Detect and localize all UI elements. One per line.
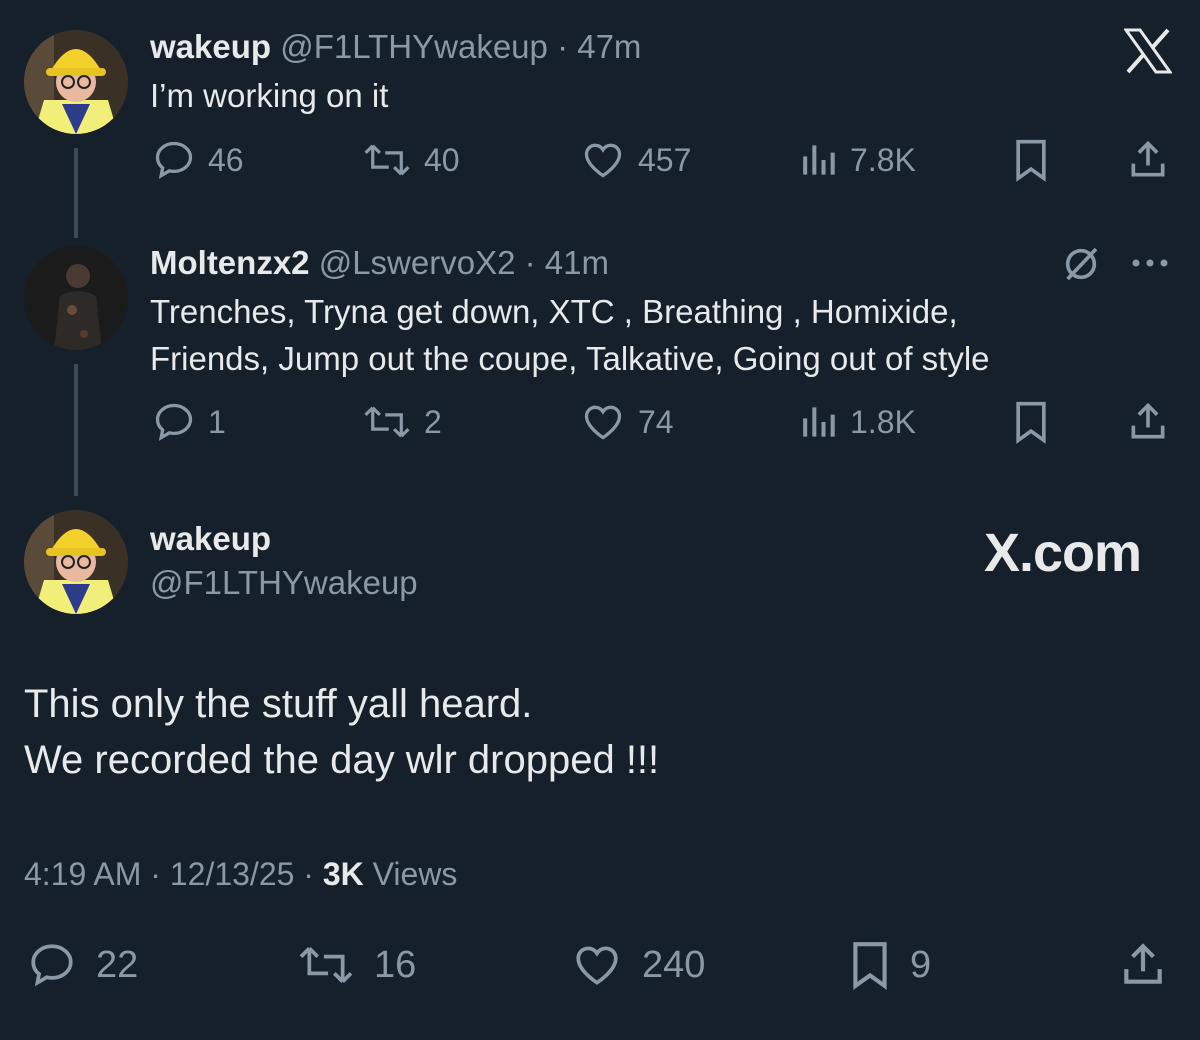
- views-icon: [803, 145, 835, 175]
- reply-icon: [155, 403, 193, 441]
- tweet2-actions: 1 2 74 1.8K: [0, 400, 1200, 444]
- bookmark-icon: [1016, 401, 1046, 444]
- tweet2-like-button[interactable]: 74: [580, 400, 674, 444]
- tweet1-like-count: 457: [638, 141, 692, 178]
- tweet1-views-button[interactable]: 7.8K: [798, 138, 916, 182]
- avatar-wakeup[interactable]: [24, 30, 128, 134]
- share-icon: [1124, 943, 1162, 984]
- retweet-icon: [364, 406, 410, 438]
- main-retweet-count: 16: [374, 943, 417, 986]
- reply-icon: [155, 141, 193, 179]
- tweet1-text: I’m working on it: [150, 77, 389, 114]
- tweet2-share-button[interactable]: [1126, 400, 1170, 444]
- heart-icon: [584, 143, 622, 178]
- main-handle[interactable]: @F1LTHYwakeup: [150, 564, 418, 602]
- share-icon: [1131, 402, 1165, 439]
- tweet1-handle[interactable]: @F1LTHYwakeup: [280, 28, 548, 65]
- views-icon: [803, 407, 835, 437]
- tweet2-retweet-count: 2: [424, 403, 442, 440]
- main-time[interactable]: 4:19 AM: [24, 856, 141, 892]
- tweet2-like-count: 74: [638, 403, 674, 440]
- tweet2-bookmark-button[interactable]: [1012, 400, 1050, 444]
- tweet2-views-button[interactable]: 1.8K: [798, 400, 916, 444]
- main-retweet-button[interactable]: 16: [296, 940, 416, 990]
- main-name[interactable]: wakeup: [150, 520, 271, 558]
- main-like-button[interactable]: 240: [570, 940, 705, 990]
- heart-icon: [576, 946, 618, 985]
- tweet1-retweet-button[interactable]: 40: [362, 138, 460, 182]
- main-actions: 22 16 240 9: [0, 940, 1200, 990]
- reply-icon: [31, 944, 73, 987]
- main-like-count: 240: [642, 943, 706, 986]
- tweet2-text-line2: Friends, Jump out the coupe, Talkative, …: [150, 340, 990, 377]
- bookmark-icon: [1016, 139, 1046, 182]
- heart-icon: [584, 405, 622, 440]
- grok-icon[interactable]: [1060, 244, 1102, 289]
- main-reply-count: 22: [96, 943, 139, 986]
- tweet1-name[interactable]: wakeup: [150, 28, 271, 65]
- tweet2-reply-count: 1: [208, 403, 226, 440]
- tweet2-time[interactable]: · 41m: [525, 244, 609, 281]
- tweet1-actions: 46 40 457 7.8K: [0, 138, 1200, 182]
- main-bookmark-button[interactable]: 9: [848, 940, 931, 990]
- main-text-line1: This only the stuff yall heard.: [24, 682, 533, 726]
- tweet1-header: wakeup @F1LTHYwakeup · 47m: [150, 28, 641, 66]
- main-meta: 4:19 AM · 12/13/25 · 3K Views: [24, 856, 457, 893]
- tweet2-header: Moltenzx2 @LswervoX2 · 41m: [150, 244, 609, 282]
- retweet-icon: [299, 947, 353, 983]
- main-views-label: Views: [372, 856, 458, 892]
- avatar-wakeup-main[interactable]: [24, 510, 128, 614]
- tweet2-retweet-button[interactable]: 2: [362, 400, 442, 444]
- tweet2-text: Trenches, Tryna get down, XTC , Breathin…: [150, 288, 990, 382]
- main-reply-button[interactable]: 22: [26, 940, 138, 990]
- share-icon: [1131, 140, 1165, 177]
- tweet2-reply-button[interactable]: 1: [152, 400, 226, 444]
- tweet1-share-button[interactable]: [1126, 138, 1170, 182]
- bookmark-icon: [853, 942, 887, 990]
- x-logo-icon[interactable]: [1123, 28, 1173, 79]
- brand-xcom: X.com: [984, 523, 1142, 583]
- tweet1-bookmark-button[interactable]: [1012, 138, 1050, 182]
- avatar-moltenzx2[interactable]: [24, 246, 128, 350]
- tweet1-reply-button[interactable]: 46: [152, 138, 244, 182]
- tweet1-view-count: 7.8K: [850, 141, 916, 178]
- main-text-line2: We recorded the day wlr dropped !!!: [24, 738, 660, 782]
- tweet2-handle[interactable]: @LswervoX2: [319, 244, 516, 281]
- main-text: This only the stuff yall heard. We recor…: [24, 676, 659, 788]
- main-bookmark-count: 9: [910, 943, 932, 986]
- tweet1-like-button[interactable]: 457: [580, 138, 691, 182]
- tweet1-reply-count: 46: [208, 141, 244, 178]
- more-options-icon[interactable]: [1130, 256, 1170, 275]
- main-share-button[interactable]: [1118, 940, 1168, 990]
- retweet-icon: [364, 144, 410, 176]
- tweet1-retweet-count: 40: [424, 141, 460, 178]
- tweet2-name[interactable]: Moltenzx2: [150, 244, 310, 281]
- tweet2-text-line1: Trenches, Tryna get down, XTC , Breathin…: [150, 293, 958, 330]
- main-views-count: 3K: [322, 856, 364, 892]
- tweet1-time[interactable]: · 47m: [557, 28, 641, 65]
- tweet2-view-count: 1.8K: [850, 403, 916, 440]
- main-date[interactable]: · 12/13/25 ·: [150, 856, 314, 892]
